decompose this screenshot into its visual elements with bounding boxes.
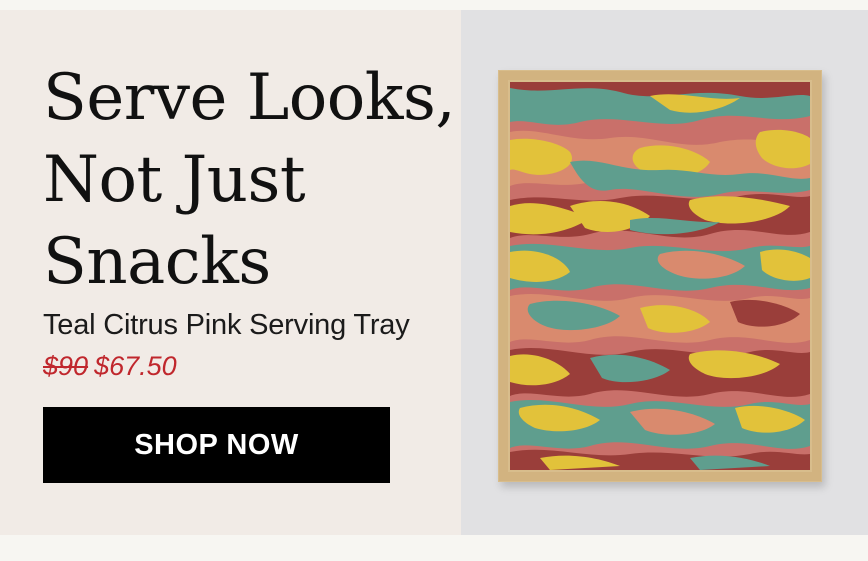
original-price: $90: [43, 351, 89, 381]
promo-text-panel: Serve Looks, Not Just Snacks Teal Citrus…: [0, 10, 461, 535]
headline-line-3: Snacks: [43, 225, 271, 299]
product-name[interactable]: Teal Citrus Pink Serving Tray: [43, 309, 410, 342]
promo-headline: Serve Looks, Not Just Snacks: [43, 57, 456, 303]
shop-now-button[interactable]: SHOP NOW: [43, 407, 390, 483]
price-row: $90 $67.50: [43, 351, 177, 382]
marbled-tray-pattern: [510, 82, 810, 470]
headline-line-1: Serve Looks,: [43, 61, 456, 135]
sale-price: $67.50: [94, 351, 177, 381]
headline-line-2: Not Just: [43, 143, 306, 217]
